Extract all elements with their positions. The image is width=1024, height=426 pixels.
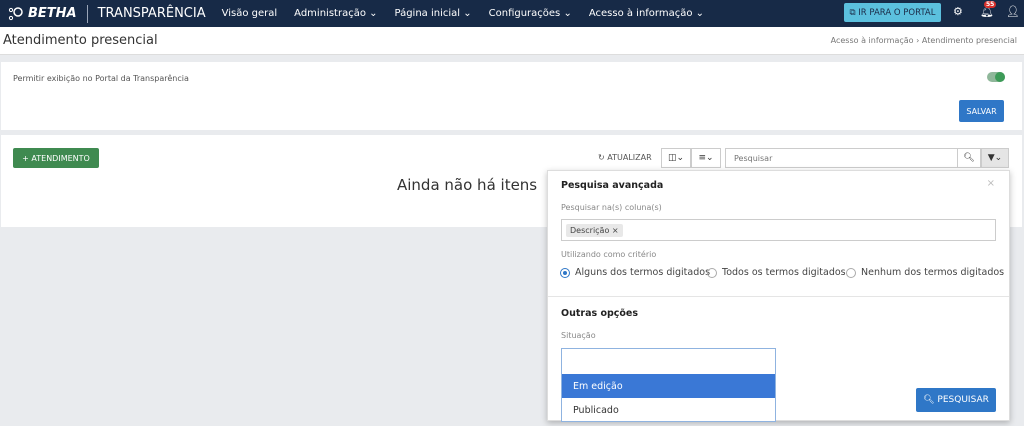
betha-logo-icon — [8, 6, 23, 20]
refresh-button[interactable]: ↻ ATUALIZAR — [598, 153, 652, 162]
column-chip: Descrição × — [566, 224, 623, 237]
radio-icon — [707, 267, 717, 278]
criteria-radio-some[interactable]: Alguns dos termos digitados — [560, 267, 710, 278]
brand-title: TRANSPARÊNCIA — [97, 6, 206, 21]
search-icon: 🔍︎ — [963, 153, 975, 163]
plus-icon: + — [22, 153, 32, 163]
remove-chip-icon[interactable]: × — [612, 226, 619, 235]
top-navbar: BETHA TRANSPARÊNCIA Visão geral Administ… — [0, 0, 1024, 27]
search-input[interactable] — [725, 148, 958, 168]
other-options-title: Outras opções — [561, 308, 639, 319]
divider — [548, 296, 1009, 297]
refresh-icon: ↻ — [598, 153, 605, 162]
portal-label: IR PARA O PORTAL — [858, 7, 936, 18]
columns-toggle-button[interactable]: ◫⌄ — [661, 148, 691, 168]
search-label: PESQUISAR — [937, 395, 989, 405]
add-label: ATENDIMENTO — [31, 153, 90, 163]
advanced-search-button[interactable]: 🔍︎ PESQUISAR — [916, 388, 996, 412]
notification-badge: 55 — [984, 1, 997, 8]
list-chevron-icon: ≡⌄ — [698, 153, 714, 163]
menu-acesso-informacao[interactable]: Acesso à informação ⌄ — [589, 8, 704, 19]
menu-configuracoes[interactable]: Configurações ⌄ — [489, 8, 572, 19]
empty-message: Ainda não há itens — [397, 176, 538, 194]
columns-input[interactable]: Descrição × — [561, 219, 996, 241]
permit-label: Permitir exibição no Portal da Transparê… — [13, 74, 189, 83]
close-icon[interactable]: × — [987, 178, 995, 189]
status-option-em-edicao[interactable]: Em edição — [562, 374, 775, 398]
radio-label: Nenhum dos termos digitados — [861, 267, 1005, 278]
menu-pagina-inicial[interactable]: Página inicial ⌄ — [395, 8, 472, 19]
menu-visao-geral[interactable]: Visão geral — [222, 8, 278, 19]
status-select[interactable]: Em edição Publicado — [561, 348, 776, 422]
go-to-portal-button[interactable]: ⧉ IR PARA O PORTAL — [844, 3, 941, 22]
save-button[interactable]: SALVAR — [959, 100, 1004, 122]
breadcrumb[interactable]: Acesso à informação › Atendimento presen… — [831, 36, 1017, 45]
criteria-radio-none[interactable]: Nenhum dos termos digitados — [846, 267, 1004, 278]
search-icon: 🔍︎ — [923, 395, 938, 405]
add-atendimento-button[interactable]: + ATENDIMENTO — [13, 148, 99, 168]
permit-toggle[interactable] — [987, 72, 1005, 82]
refresh-label: ATUALIZAR — [607, 153, 652, 162]
logo-text: BETHA — [28, 6, 77, 21]
chip-label: Descrição — [570, 226, 610, 235]
gears-icon[interactable]: ⚙ — [953, 5, 963, 18]
columns-label: Pesquisar na(s) coluna(s) — [561, 203, 662, 212]
radio-checked-icon — [560, 267, 570, 278]
criteria-label: Utilizando como critério — [561, 250, 657, 259]
menu-administracao[interactable]: Administração ⌄ — [294, 8, 377, 19]
columns-chevron-icon: ◫⌄ — [667, 153, 685, 163]
filter-button[interactable]: ▼⌄ — [981, 148, 1009, 168]
divider — [86, 4, 88, 23]
external-link-icon: ⧉ — [849, 7, 859, 18]
settings-card: Permitir exibição no Portal da Transparê… — [1, 62, 1022, 130]
status-label: Situação — [561, 331, 596, 340]
radio-icon — [846, 267, 856, 278]
filter-icon: ▼⌄ — [987, 153, 1003, 163]
betha-logo[interactable]: BETHA — [8, 6, 77, 22]
user-icon[interactable]: 👤︎ — [1006, 5, 1020, 18]
advanced-title: Pesquisa avançada — [561, 180, 664, 191]
page-header: Atendimento presencial Acesso à informaç… — [0, 27, 1024, 55]
criteria-radio-all[interactable]: Todos os termos digitados — [707, 267, 846, 278]
list-options-button[interactable]: ≡⌄ — [691, 148, 721, 168]
radio-label: Alguns dos termos digitados — [575, 267, 711, 278]
page-title: Atendimento presencial — [3, 33, 158, 48]
status-option-publicado[interactable]: Publicado — [562, 398, 775, 422]
advanced-search-popover: Pesquisa avançada × Pesquisar na(s) colu… — [547, 170, 1010, 422]
search-button[interactable]: 🔍︎ — [957, 148, 981, 168]
radio-label: Todos os termos digitados — [722, 267, 846, 278]
